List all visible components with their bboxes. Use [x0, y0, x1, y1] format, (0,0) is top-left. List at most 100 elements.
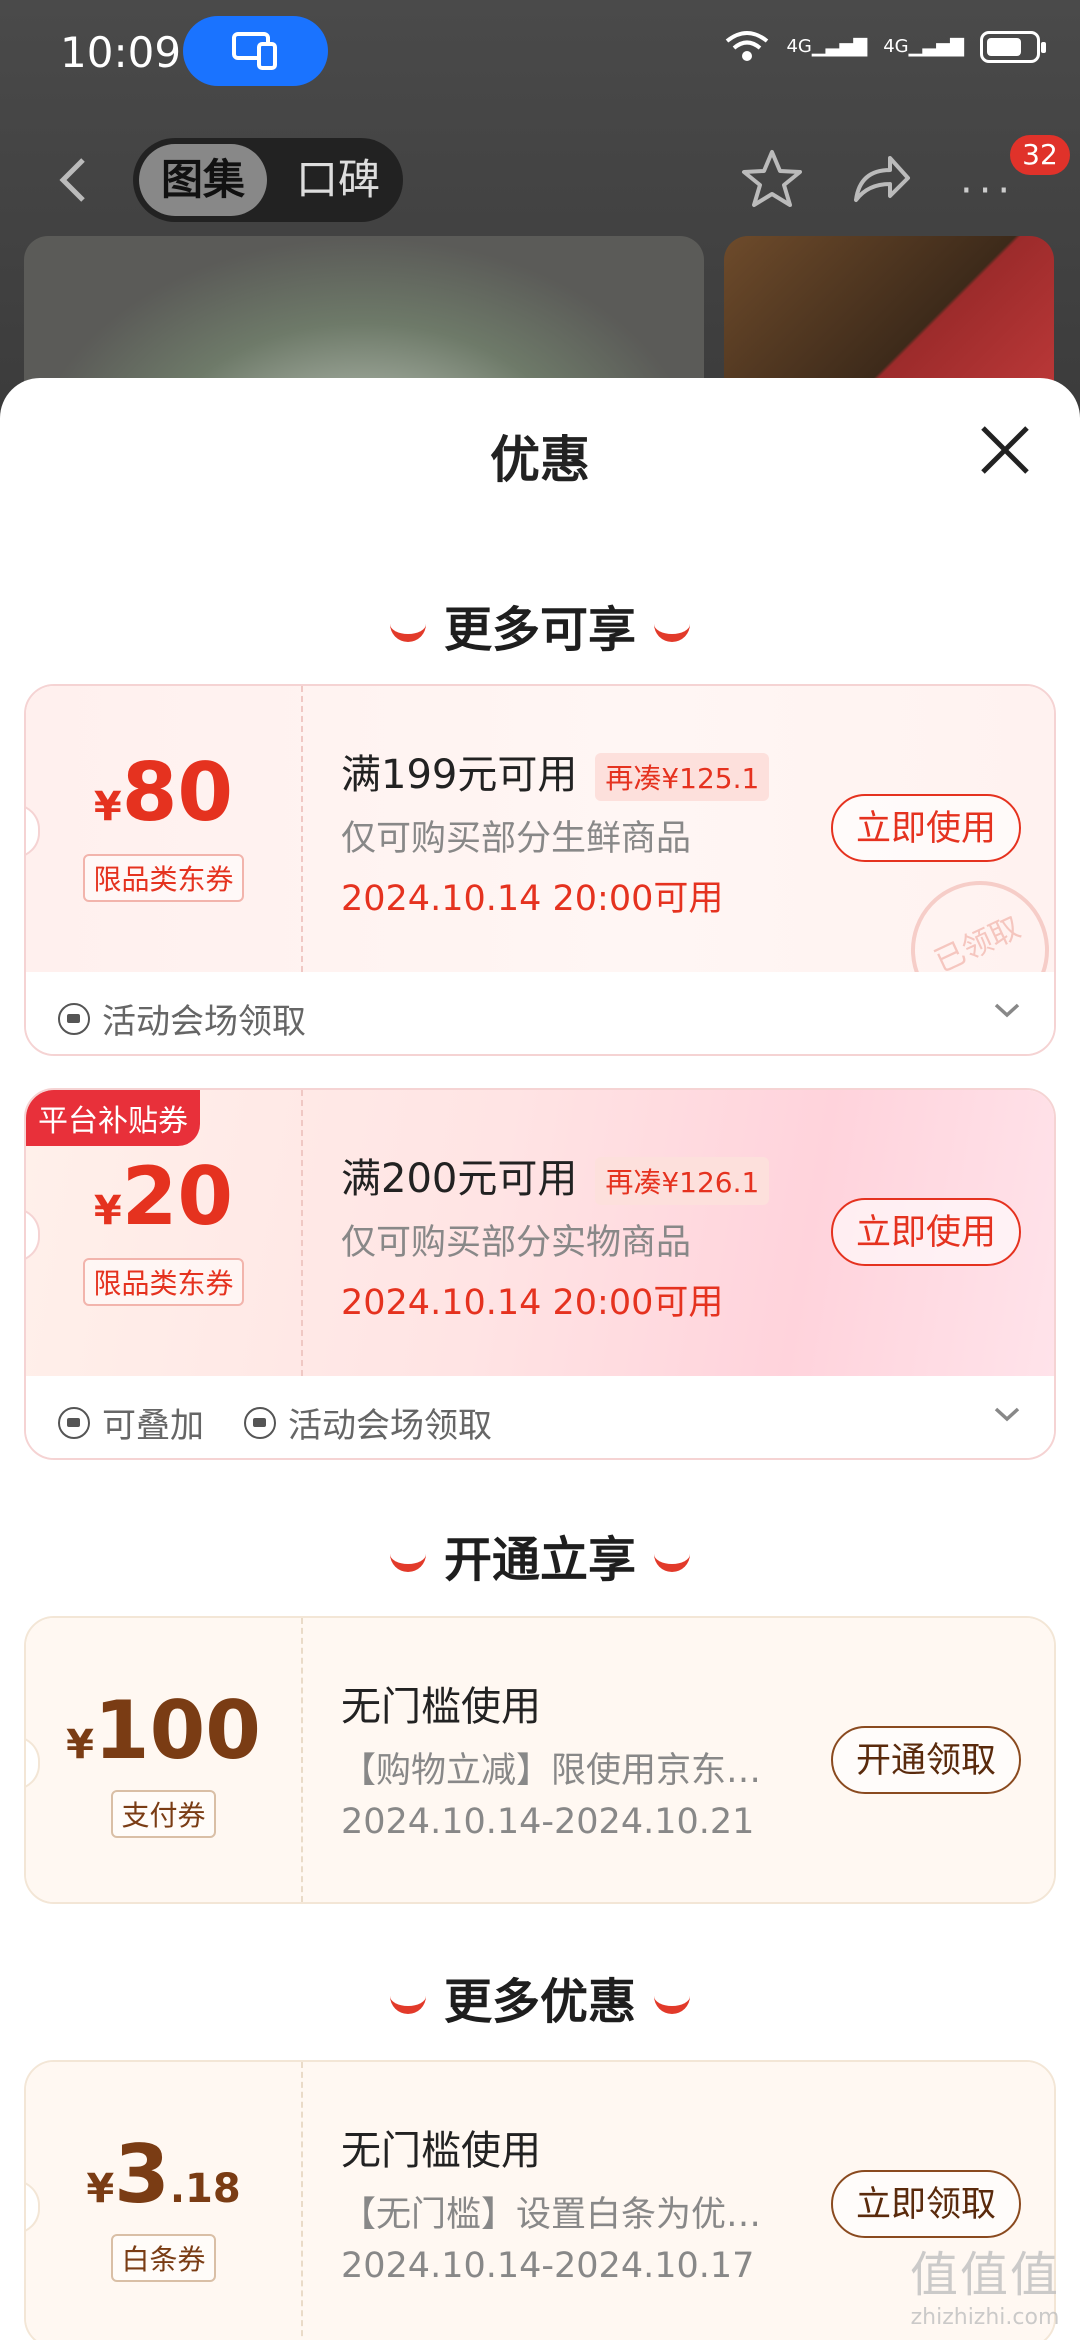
coupon-type-label: 白条券 — [111, 2234, 216, 2282]
section-title-text: 更多优惠 — [443, 1974, 636, 2030]
chevron-down-icon[interactable] — [992, 1404, 1022, 1424]
tab-gallery[interactable]: 图集 — [139, 144, 267, 216]
more-icon[interactable]: ··· — [960, 168, 1016, 214]
gap-badge: 再凑¥125.1 — [595, 753, 770, 801]
stackable-info: 可叠加 — [58, 1398, 204, 1447]
coupon-card[interactable]: ¥3.18 白条券 无门槛使用 【无门槛】设置白条为优… 2024.10.14-… — [24, 2060, 1056, 2340]
watermark-logo: 值值值 — [909, 2247, 1060, 2303]
coupon-main: ¥3.18 白条券 无门槛使用 【无门槛】设置白条为优… 2024.10.14-… — [26, 2062, 1054, 2340]
status-bar: 10:09 4G▁▃▅▇ 4G▁▃▅▇ — [0, 0, 1080, 105]
stack-icon — [58, 1406, 90, 1439]
coupon-divider — [301, 1090, 303, 1376]
coupon-time: 2024.10.14-2024.10.21 — [341, 1802, 755, 1842]
chevron-down-icon[interactable] — [992, 1000, 1022, 1020]
source-venue: 活动会场领取 — [244, 1398, 492, 1447]
amount-value: 80 — [121, 746, 234, 839]
coupon-condition: 满200元可用 再凑¥126.1 — [341, 1146, 770, 1205]
gap-badge: 再凑¥126.1 — [595, 1157, 770, 1205]
signal-icon-2: 4G▁▃▅▇ — [883, 36, 964, 57]
smile-icon — [389, 1546, 426, 1572]
currency-symbol: ¥ — [93, 1188, 122, 1234]
top-nav: 图集 口碑 ··· 32 — [0, 130, 1080, 230]
coupon-card[interactable]: ¥100 支付券 无门槛使用 【购物立减】限使用京东… 2024.10.14-2… — [24, 1616, 1056, 1904]
coupon-type-label: 限品类东券 — [83, 854, 244, 902]
source-venue: 活动会场领取 — [58, 994, 306, 1043]
coupon-divider — [301, 1618, 303, 1902]
coupon-desc: 【无门槛】设置白条为优… — [341, 2195, 762, 2235]
smile-icon — [654, 616, 690, 642]
coupon-amount: ¥20 — [26, 1150, 301, 1243]
cast-icon — [232, 32, 277, 70]
coupon-desc: 仅可购买部分实物商品 — [341, 1223, 692, 1263]
stackable-label: 可叠加 — [102, 1406, 204, 1446]
smile-icon — [389, 1988, 426, 2014]
status-icons: 4G▁▃▅▇ 4G▁▃▅▇ — [724, 30, 1046, 64]
close-icon[interactable] — [975, 420, 1035, 480]
coupon-condition: 无门槛使用 — [341, 1674, 541, 1732]
coupon-main: ¥100 支付券 无门槛使用 【购物立减】限使用京东… 2024.10.14-2… — [26, 1618, 1054, 1902]
section-title-text: 更多可享 — [443, 602, 636, 658]
coupon-time: 2024.10.14 20:00可用 — [341, 1283, 724, 1323]
ticket-icon — [244, 1406, 276, 1439]
coupon-footer[interactable]: 活动会场领取 — [26, 972, 1054, 1054]
currency-symbol: ¥ — [93, 784, 122, 830]
coupon-footer[interactable]: 可叠加 活动会场领取 — [26, 1376, 1054, 1458]
use-now-button[interactable]: 立即使用 — [831, 794, 1021, 862]
coupon-time: 2024.10.14 20:00可用 — [341, 879, 724, 919]
screen-cast-indicator[interactable] — [183, 16, 328, 86]
condition-text: 无门槛使用 — [341, 1684, 541, 1730]
coupon-type-tag: 白条券 — [26, 2234, 301, 2282]
activate-claim-button[interactable]: 开通领取 — [831, 1726, 1021, 1794]
watermark-url: zhizhizhi.com — [910, 2305, 1060, 2330]
back-icon[interactable] — [55, 155, 91, 205]
coupon-divider — [301, 2062, 303, 2340]
signal-label-1: 4G — [786, 36, 812, 57]
sheet-title: 优惠 — [490, 431, 590, 489]
coupon-main: ¥80 限品类东券 满199元可用 再凑¥125.1 仅可购买部分生鲜商品 202… — [26, 686, 1054, 1042]
view-tabs: 图集 口碑 — [133, 138, 403, 222]
signal-label-2: 4G — [883, 36, 909, 57]
coupon-type-label: 限品类东券 — [83, 1258, 244, 1306]
currency-symbol: ¥ — [86, 2166, 115, 2212]
site-watermark: 值值值 zhizhizhi.com — [910, 2235, 1060, 2330]
signal-icon: 4G▁▃▅▇ — [786, 36, 868, 57]
coupon-time: 2024.10.14-2024.10.17 — [341, 2246, 755, 2286]
smile-icon — [654, 1988, 690, 2014]
coupon-condition: 无门槛使用 — [341, 2118, 541, 2176]
battery-icon — [980, 31, 1046, 63]
ticket-icon — [58, 1002, 90, 1035]
condition-text: 满199元可用 — [341, 752, 578, 798]
coupon-card[interactable]: ¥80 限品类东券 满199元可用 再凑¥125.1 仅可购买部分生鲜商品 202… — [24, 684, 1056, 1056]
amount-value: 100 — [93, 1684, 261, 1777]
coupon-desc: 仅可购买部分生鲜商品 — [341, 819, 692, 859]
amount-value: 20 — [121, 1150, 234, 1243]
section-title-more-available: 更多可享 — [0, 590, 1080, 660]
coupon-main: 平台补贴券 ¥20 限品类东券 满200元可用 再凑¥126.1 仅可购买部分实物… — [26, 1090, 1054, 1376]
star-icon[interactable] — [740, 148, 804, 210]
use-now-button[interactable]: 立即使用 — [831, 1198, 1021, 1266]
condition-text: 满200元可用 — [341, 1156, 578, 1202]
platform-subsidy-tag: 平台补贴券 — [26, 1090, 200, 1146]
amount-value: 3 — [114, 2128, 170, 2221]
coupon-type-tag: 支付券 — [26, 1790, 301, 1838]
coupon-type-tag: 限品类东券 — [26, 854, 301, 902]
coupon-desc: 【购物立减】限使用京东… — [341, 1751, 762, 1791]
coupon-amount: ¥80 — [26, 746, 301, 839]
wifi-icon — [726, 31, 769, 61]
notification-badge: 32 — [1010, 135, 1070, 175]
smile-icon — [389, 616, 426, 642]
coupon-card[interactable]: 平台补贴券 ¥20 限品类东券 满200元可用 再凑¥126.1 仅可购买部分实物… — [24, 1088, 1056, 1460]
tab-reviews[interactable]: 口碑 — [283, 144, 393, 216]
section-title-activate: 开通立享 — [0, 1520, 1080, 1590]
amount-decimal: .18 — [169, 2166, 241, 2212]
coupon-sheet: 优惠 更多可享 ¥80 限品类东券 满199元可用 再凑¥125.1 仅可购买部分… — [0, 378, 1080, 2340]
claim-now-button[interactable]: 立即领取 — [831, 2170, 1021, 2238]
currency-symbol: ¥ — [66, 1722, 94, 1768]
condition-text: 无门槛使用 — [341, 2128, 541, 2174]
coupon-type-tag: 限品类东券 — [26, 1258, 301, 1306]
share-icon[interactable] — [850, 152, 912, 204]
coupon-condition: 满199元可用 再凑¥125.1 — [341, 742, 770, 801]
source-label: 活动会场领取 — [102, 1002, 306, 1042]
coupon-type-label: 支付券 — [111, 1790, 216, 1838]
section-title-text: 开通立享 — [443, 1532, 636, 1588]
